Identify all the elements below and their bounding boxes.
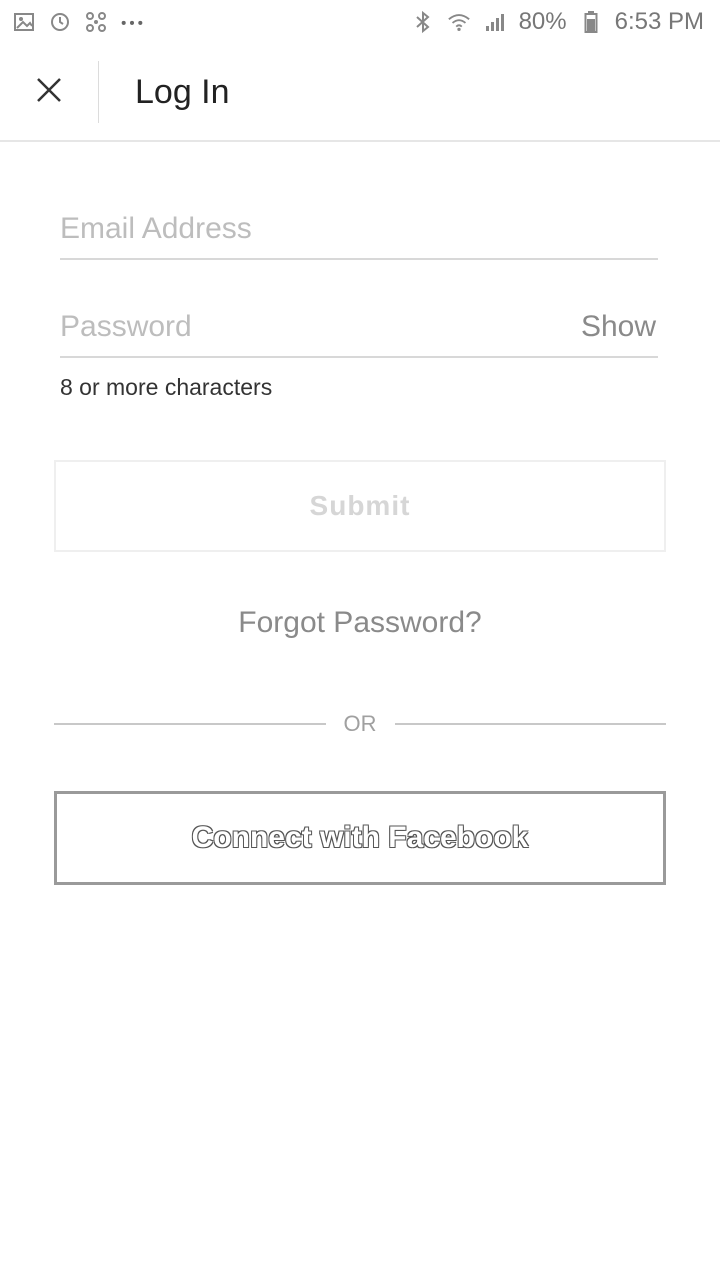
sync-icon xyxy=(48,10,72,34)
submit-button[interactable]: Submit xyxy=(54,460,666,552)
bluetooth-icon xyxy=(411,10,435,34)
more-dots-icon xyxy=(120,10,144,34)
close-icon xyxy=(35,76,63,109)
forgot-password-link[interactable]: Forgot Password? xyxy=(0,606,720,640)
login-form: Show 8 or more characters xyxy=(60,200,658,401)
page-title: Log In xyxy=(135,72,230,111)
status-bar-left xyxy=(12,10,144,34)
app-bar: Log In xyxy=(0,44,720,142)
email-field[interactable] xyxy=(60,200,658,258)
password-field[interactable] xyxy=(60,298,658,356)
fan-icon xyxy=(84,10,108,34)
or-line-left xyxy=(54,723,326,725)
password-hint: 8 or more characters xyxy=(60,374,273,400)
close-button[interactable] xyxy=(0,43,98,141)
connect-facebook-button[interactable]: Connect with Facebook xyxy=(54,791,666,885)
password-field-container: Show xyxy=(60,298,658,358)
signal-icon xyxy=(483,10,507,34)
or-label: OR xyxy=(343,711,377,736)
wifi-icon xyxy=(447,10,471,34)
status-bar-right: 80% 6:53 PM xyxy=(411,8,704,36)
battery-percent: 80% xyxy=(518,8,567,35)
or-divider: OR xyxy=(54,706,666,742)
or-line-right xyxy=(394,723,666,725)
appbar-divider xyxy=(98,61,99,123)
show-password-button[interactable]: Show xyxy=(581,310,656,344)
gallery-icon xyxy=(12,10,36,34)
email-field-container xyxy=(60,200,658,260)
status-bar: 80% 6:53 PM xyxy=(0,0,720,44)
battery-icon xyxy=(579,10,603,34)
status-time: 6:53 PM xyxy=(614,8,704,35)
